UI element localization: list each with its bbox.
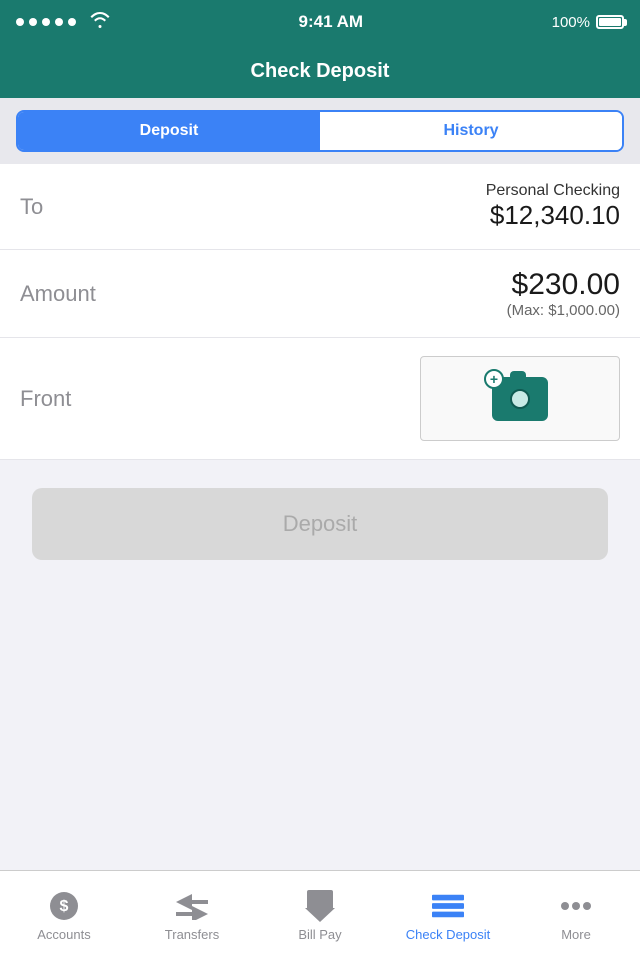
- camera-icon: +: [492, 377, 548, 421]
- tab-bar: $ Accounts Transfers Bill Pay: [0, 870, 640, 960]
- tab-bill-pay[interactable]: Bill Pay: [256, 871, 384, 960]
- tab-check-deposit[interactable]: Check Deposit: [384, 871, 512, 960]
- tab-accounts[interactable]: $ Accounts: [0, 871, 128, 960]
- to-row[interactable]: To Personal Checking $12,340.10: [0, 164, 640, 250]
- bill-pay-tab-label: Bill Pay: [298, 927, 341, 942]
- page-title: Check Deposit: [251, 60, 390, 83]
- battery-percent: 100%: [552, 14, 590, 31]
- amount-max: (Max: $1,000.00): [507, 302, 620, 319]
- more-icon: [560, 890, 592, 922]
- account-balance: $12,340.10: [486, 200, 620, 231]
- to-label: To: [20, 194, 43, 220]
- camera-capture-area[interactable]: +: [420, 356, 620, 441]
- tab-more[interactable]: More: [512, 871, 640, 960]
- battery-area: 100%: [552, 14, 624, 31]
- camera-plus-icon: +: [484, 369, 504, 389]
- deposit-button[interactable]: Deposit: [32, 488, 608, 560]
- account-name: Personal Checking: [486, 182, 620, 200]
- amount-label: Amount: [20, 281, 96, 307]
- segment-control: Deposit History: [16, 110, 624, 152]
- more-tab-label: More: [561, 927, 591, 942]
- amount-display: $230.00: [507, 268, 620, 302]
- amount-row[interactable]: Amount $230.00 (Max: $1,000.00): [0, 250, 640, 338]
- check-deposit-icon: [432, 890, 464, 922]
- transfers-icon: [176, 890, 208, 922]
- wifi-icon: [90, 12, 110, 33]
- check-deposit-tab-label: Check Deposit: [406, 927, 491, 942]
- accounts-tab-label: Accounts: [37, 927, 90, 942]
- svg-text:$: $: [60, 898, 69, 915]
- deposit-btn-container: Deposit: [0, 460, 640, 588]
- form-section: To Personal Checking $12,340.10 Amount $…: [0, 164, 640, 460]
- battery-icon: [596, 15, 624, 29]
- deposit-tab[interactable]: Deposit: [18, 112, 320, 150]
- accounts-icon: $: [48, 890, 80, 922]
- transfers-tab-label: Transfers: [165, 927, 219, 942]
- amount-value-area: $230.00 (Max: $1,000.00): [507, 268, 620, 319]
- front-row[interactable]: Front +: [0, 338, 640, 460]
- to-value: Personal Checking $12,340.10: [486, 182, 620, 231]
- front-label: Front: [20, 386, 71, 412]
- segment-container: Deposit History: [0, 98, 640, 164]
- history-tab[interactable]: History: [320, 112, 622, 150]
- tab-transfers[interactable]: Transfers: [128, 871, 256, 960]
- status-time: 9:41 AM: [299, 12, 364, 32]
- signal-dots: [16, 18, 76, 26]
- bill-pay-icon: [304, 890, 336, 922]
- status-bar: 9:41 AM 100%: [0, 0, 640, 44]
- nav-header: Check Deposit: [0, 44, 640, 98]
